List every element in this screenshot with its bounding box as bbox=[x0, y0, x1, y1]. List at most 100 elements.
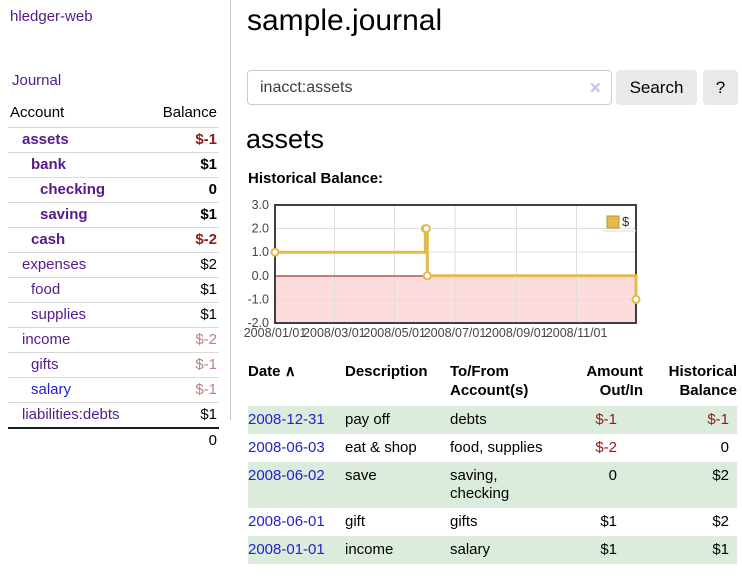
account-name-cell: gifts bbox=[8, 353, 147, 378]
register-col-tofrom: To/FromAccount(s) bbox=[450, 360, 581, 406]
page-title: sample.journal bbox=[247, 2, 442, 40]
account-row: salary $-1 bbox=[8, 378, 219, 403]
account-name-cell: checking bbox=[8, 178, 147, 203]
account-link[interactable]: expenses bbox=[22, 256, 86, 273]
account-balance: $-1 bbox=[147, 128, 219, 153]
data-point-marker bbox=[424, 272, 431, 279]
description-cell: eat & shop bbox=[345, 434, 450, 462]
account-balance: $1 bbox=[147, 303, 219, 328]
register-col-balance: HistoricalBalance bbox=[665, 360, 737, 406]
account-link[interactable]: cash bbox=[31, 231, 65, 248]
register-col-date[interactable]: Date ∧ bbox=[248, 360, 345, 406]
register-table: Date ∧ Description To/FromAccount(s) Amo… bbox=[248, 360, 737, 564]
amount-cell: $1 bbox=[581, 508, 665, 536]
register-row: 2008-06-02savesaving,checking0$2 bbox=[248, 462, 737, 508]
description-cell: gift bbox=[345, 508, 450, 536]
accounts-total-value: 0 bbox=[147, 428, 219, 453]
balance-cell: $-1 bbox=[665, 406, 737, 434]
description-cell: save bbox=[345, 462, 450, 508]
date-cell: 2008-12-31 bbox=[248, 406, 345, 434]
account-row: expenses$2 bbox=[8, 253, 219, 278]
register-col-amount: AmountOut/In bbox=[581, 360, 665, 406]
transaction-date-link[interactable]: 2008-01-01 bbox=[248, 541, 325, 558]
sidebar-item-journal[interactable]: Journal bbox=[12, 72, 61, 89]
account-name-cell: expenses bbox=[8, 253, 147, 278]
account-balance: $1 bbox=[147, 203, 219, 228]
account-link[interactable]: supplies bbox=[31, 306, 86, 323]
account-link[interactable]: food bbox=[31, 281, 60, 298]
y-axis-tick-label: 0.0 bbox=[252, 269, 269, 283]
account-link[interactable]: income bbox=[22, 331, 70, 348]
amount-cell: $-2 bbox=[581, 434, 665, 462]
register-row: 2008-06-03 eat & shopfood, supplies$-20 bbox=[248, 434, 737, 462]
accounts-total-row: 0 bbox=[8, 428, 219, 453]
tofrom-accounts-cell: salary bbox=[450, 536, 581, 564]
amount-cell: $-1 bbox=[581, 406, 665, 434]
data-point-marker bbox=[423, 225, 430, 232]
search-button[interactable]: Search bbox=[616, 70, 697, 105]
historical-balance-chart: $3.02.01.00.0-1.0-2.02008/01/012008/03/0… bbox=[243, 200, 643, 342]
accounts-header-row: Account Balance bbox=[8, 100, 219, 128]
chart-title: Historical Balance: bbox=[248, 170, 383, 187]
tofrom-accounts-cell: gifts bbox=[450, 508, 581, 536]
account-balance: 0 bbox=[147, 178, 219, 203]
search-input[interactable] bbox=[247, 70, 612, 105]
account-link[interactable]: gifts bbox=[31, 356, 59, 373]
sort-ascending-icon[interactable]: ∧ bbox=[285, 363, 296, 380]
balance-cell: $1 bbox=[665, 536, 737, 564]
app-brand-link[interactable]: hledger-web bbox=[10, 8, 93, 25]
register-col-description: Description bbox=[345, 360, 450, 406]
transaction-date-link[interactable]: 2008-06-02 bbox=[248, 467, 325, 484]
tofrom-accounts-cell: food, supplies bbox=[450, 434, 581, 462]
account-link[interactable]: salary bbox=[31, 381, 71, 398]
account-balance: $1 bbox=[147, 403, 219, 429]
register-row: 2008-12-31pay offdebts$-1$-1 bbox=[248, 406, 737, 434]
register-row: 2008-06-01giftgifts$1$2 bbox=[248, 508, 737, 536]
account-link[interactable]: liabilities:debts bbox=[22, 406, 120, 423]
accounts-total-spacer bbox=[8, 428, 147, 453]
account-name-cell: salary bbox=[8, 378, 147, 403]
help-button[interactable]: ? bbox=[703, 70, 738, 105]
y-axis-tick-label: 2.0 bbox=[252, 222, 269, 236]
account-balance: $-1 bbox=[147, 378, 219, 403]
amount-cell: 0 bbox=[581, 462, 665, 508]
account-name-cell: assets bbox=[8, 128, 147, 153]
register-row: 2008-01-01incomesalary$1$1 bbox=[248, 536, 737, 564]
register-header-row: Date ∧ Description To/FromAccount(s) Amo… bbox=[248, 360, 737, 406]
date-cell: 2008-01-01 bbox=[248, 536, 345, 564]
account-row: income $-2 bbox=[8, 328, 219, 353]
data-point-marker bbox=[272, 249, 279, 256]
sidebar: hledger-web Journal Account Balance asse… bbox=[0, 0, 231, 420]
account-name-cell: saving bbox=[8, 203, 147, 228]
x-axis-tick-label: 2008/05/01 bbox=[363, 326, 426, 340]
account-link[interactable]: checking bbox=[40, 181, 105, 198]
transaction-date-link[interactable]: 2008-12-31 bbox=[248, 411, 325, 428]
account-balance: $-1 bbox=[147, 353, 219, 378]
date-cell: 2008-06-03 bbox=[248, 434, 345, 462]
account-row: assets $-1 bbox=[8, 128, 219, 153]
transaction-date-link[interactable]: 2008-06-03 bbox=[248, 439, 325, 456]
balance-cell: 0 bbox=[665, 434, 737, 462]
x-axis-tick-label: 2008/07/01 bbox=[424, 326, 487, 340]
account-link[interactable]: bank bbox=[31, 156, 66, 173]
legend-swatch bbox=[607, 216, 619, 228]
account-link[interactable]: assets bbox=[22, 131, 69, 148]
tofrom-accounts-cell: saving,checking bbox=[450, 462, 581, 508]
account-row: supplies $1 bbox=[8, 303, 219, 328]
clear-search-icon[interactable]: ✕ bbox=[589, 79, 602, 97]
account-row: liabilities:debts $1 bbox=[8, 403, 219, 429]
date-header-label[interactable]: Date bbox=[248, 363, 281, 380]
account-balance: $-2 bbox=[147, 328, 219, 353]
y-axis-tick-label: -1.0 bbox=[247, 292, 269, 306]
account-row: gifts $-1 bbox=[8, 353, 219, 378]
account-name-cell: bank bbox=[8, 153, 147, 178]
account-name-cell: income bbox=[8, 328, 147, 353]
description-cell: pay off bbox=[345, 406, 450, 434]
description-cell: income bbox=[345, 536, 450, 564]
account-link[interactable]: saving bbox=[40, 206, 88, 223]
transaction-date-link[interactable]: 2008-06-01 bbox=[248, 513, 325, 530]
accounts-col-account: Account bbox=[8, 100, 147, 128]
account-row: cash$-2 bbox=[8, 228, 219, 253]
account-row: food $1 bbox=[8, 278, 219, 303]
account-balance: $1 bbox=[147, 278, 219, 303]
